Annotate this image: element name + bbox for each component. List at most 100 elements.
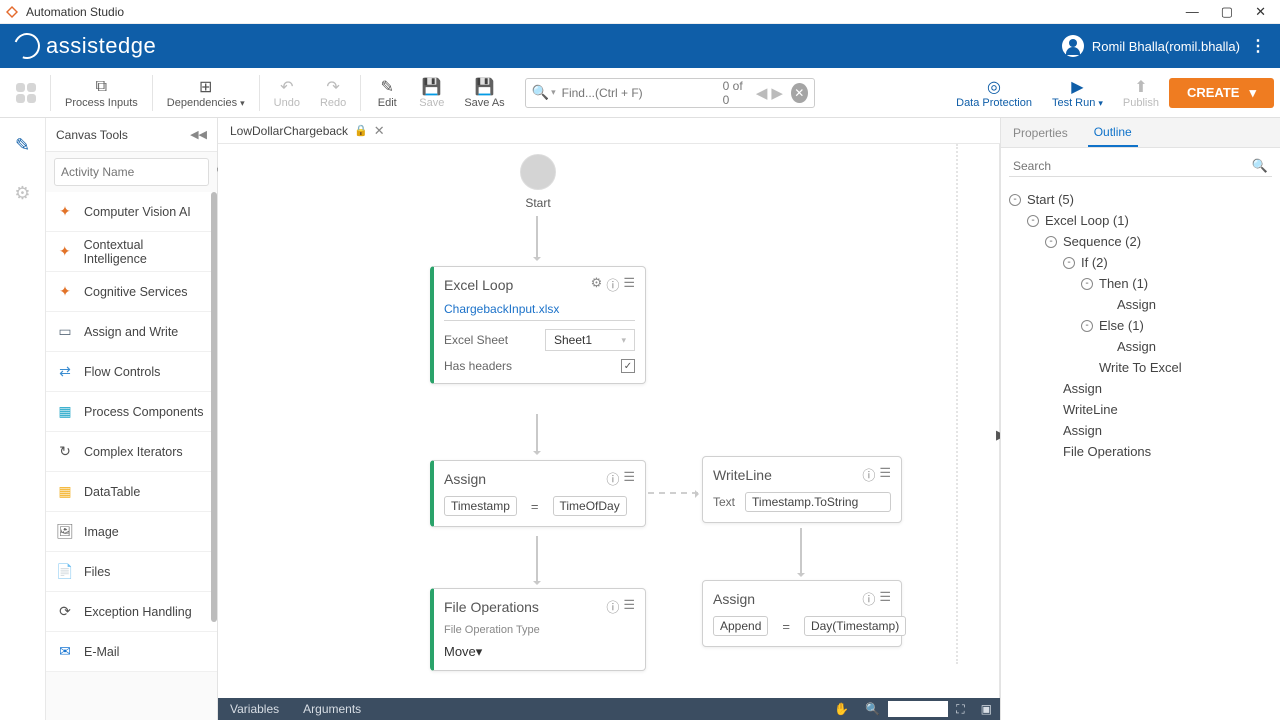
workflow-tab[interactable]: LowDollarChargeback 🔒 ✕ [224,123,391,139]
find-box[interactable]: 🔍 ▾ 0 of 0 ◀▶ ✕ [525,78,815,108]
test-run-button[interactable]: ▶ Test Run▾ [1042,75,1113,111]
assign-right[interactable]: TimeOfDay [553,496,627,516]
edit-button[interactable]: ✎ Edit [365,75,409,111]
canvas[interactable]: Start Excel Loop ⚙ⓘ☰ ChargebackInput.xls… [218,144,1000,698]
save-button[interactable]: 💾 Save [409,75,454,111]
tree-row[interactable]: -Sequence (2) [1009,231,1272,252]
headers-checkbox[interactable]: ✓ [621,359,635,373]
dependencies-button[interactable]: ⊞ Dependencies▾ [157,75,255,111]
tool-item[interactable]: 🖼Image [46,512,217,552]
gear-icon[interactable]: ⚙ [591,275,603,294]
notes-icon[interactable]: ☰ [623,469,635,488]
activity-search-input[interactable] [61,165,216,179]
notes-icon[interactable]: ☰ [623,597,635,616]
maximize-button[interactable]: ▢ [1221,4,1233,20]
prev-match-icon[interactable]: ◀ [754,85,770,102]
tree-toggle-icon[interactable]: - [1081,320,1093,332]
zoom-field[interactable] [888,701,948,717]
properties-tab[interactable]: Properties [1007,120,1074,146]
info-icon[interactable]: ⓘ [606,597,619,616]
tree-row[interactable]: WriteLine [1009,399,1272,420]
tool-item[interactable]: ⟳Exception Handling [46,592,217,632]
user-block[interactable]: Romil Bhalla(romil.bhalla) [1062,35,1240,57]
tree-row[interactable]: Assign [1009,378,1272,399]
tool-item[interactable]: 📄Files [46,552,217,592]
start-node[interactable]: Start [508,154,568,210]
data-protection-button[interactable]: ◎ Data Protection [946,75,1042,111]
arguments-tab[interactable]: Arguments [291,702,373,716]
tool-item[interactable]: ⇄Flow Controls [46,352,217,392]
tree-row[interactable]: Assign [1009,420,1272,441]
pan-icon[interactable]: ✋ [826,702,857,716]
tree-toggle-icon[interactable]: - [1009,194,1021,206]
find-input[interactable] [562,86,717,100]
writeline-node[interactable]: WriteLine ⓘ☰ Text Timestamp.ToString [702,456,902,523]
notes-icon[interactable]: ☰ [879,589,891,608]
info-icon[interactable]: ⓘ [862,465,875,484]
zoom-icon[interactable]: 🔍 [857,702,888,716]
save-as-button[interactable]: 💾 Save As [454,75,514,111]
app-grid-toggle[interactable] [6,83,46,103]
assign-node[interactable]: Assign ⓘ☰ Append = Day(Timestamp) [702,580,902,647]
info-icon[interactable]: ⓘ [862,589,875,608]
tool-item[interactable]: ✦Cognitive Services [46,272,217,312]
tool-item[interactable]: ✦Computer Vision AI [46,192,217,232]
tool-item[interactable]: ↻Complex Iterators [46,432,217,472]
assign-left[interactable]: Append [713,616,768,636]
tool-item[interactable]: ▦DataTable [46,472,217,512]
tree-row[interactable]: File Operations [1009,441,1272,462]
tool-scrollbar[interactable] [211,192,217,622]
assign-node[interactable]: Assign ⓘ☰ Timestamp = TimeOfDay [430,460,646,527]
outline-tab[interactable]: Outline [1088,119,1138,147]
publish-button[interactable]: ⬆ Publish [1113,75,1169,111]
variables-tab[interactable]: Variables [218,702,291,716]
tree-row[interactable]: -Excel Loop (1) [1009,210,1272,231]
info-icon[interactable]: ⓘ [606,469,619,488]
outline-search-input[interactable] [1013,159,1252,173]
close-button[interactable]: ✕ [1255,4,1266,20]
tool-item[interactable]: ▭Assign and Write [46,312,217,352]
excel-loop-node[interactable]: Excel Loop ⚙ⓘ☰ ChargebackInput.xlsx Exce… [430,266,646,384]
tool-item[interactable]: ✦Contextual Intelligence [46,232,217,272]
file-operations-node[interactable]: File Operations ⓘ☰ File Operation Type M… [430,588,646,671]
process-inputs-button[interactable]: ⧉ Process Inputs [55,75,148,111]
menu-kebab-icon[interactable]: ⋮ [1250,36,1266,56]
type-dropdown[interactable]: Move▾ [444,644,635,660]
design-rail-icon[interactable]: ✎ [8,130,38,160]
settings-rail-icon[interactable]: ⚙ [8,178,38,208]
tree-toggle-icon[interactable]: - [1027,215,1039,227]
create-button[interactable]: CREATE▾ [1169,78,1274,108]
outline-search[interactable]: 🔍 [1009,156,1272,177]
redo-button[interactable]: ↷ Redo [310,75,356,111]
clear-search-icon[interactable]: ✕ [791,83,808,103]
tree-toggle-icon[interactable]: - [1045,236,1057,248]
close-tab-icon[interactable]: ✕ [374,123,385,139]
tree-row[interactable]: -Then (1) [1009,273,1272,294]
minimize-button[interactable]: — [1186,4,1199,20]
tree-row[interactable]: -Start (5) [1009,189,1272,210]
undo-button[interactable]: ↶ Undo [264,75,310,111]
fit-icon[interactable]: ⛶ [948,702,972,717]
tree-row[interactable]: -If (2) [1009,252,1272,273]
tree-row[interactable]: Assign [1009,336,1272,357]
search-dropdown-icon[interactable]: ▾ [551,87,556,98]
tool-item[interactable]: ✉E-Mail [46,632,217,672]
assign-left[interactable]: Timestamp [444,496,517,516]
sheet-dropdown[interactable]: Sheet1▾ [545,329,635,351]
notes-icon[interactable]: ☰ [623,275,635,294]
info-icon[interactable]: ⓘ [606,275,619,294]
expand-right-icon[interactable]: ▶ [990,424,1000,446]
notes-icon[interactable]: ☰ [879,465,891,484]
minimap-icon[interactable]: ▣ [973,702,1000,716]
text-value[interactable]: Timestamp.ToString [745,492,891,512]
activity-search[interactable]: 🔍 [54,158,209,186]
assign-right[interactable]: Day(Timestamp) [804,616,906,636]
tree-row[interactable]: Assign [1009,294,1272,315]
tree-row[interactable]: Write To Excel [1009,357,1272,378]
next-match-icon[interactable]: ▶ [769,85,785,102]
tree-toggle-icon[interactable]: - [1063,257,1075,269]
tree-toggle-icon[interactable]: - [1081,278,1093,290]
collapse-panel-icon[interactable]: ◀◀ [190,128,207,141]
tool-item[interactable]: ▦Process Components [46,392,217,432]
file-link[interactable]: ChargebackInput.xlsx [444,302,635,321]
